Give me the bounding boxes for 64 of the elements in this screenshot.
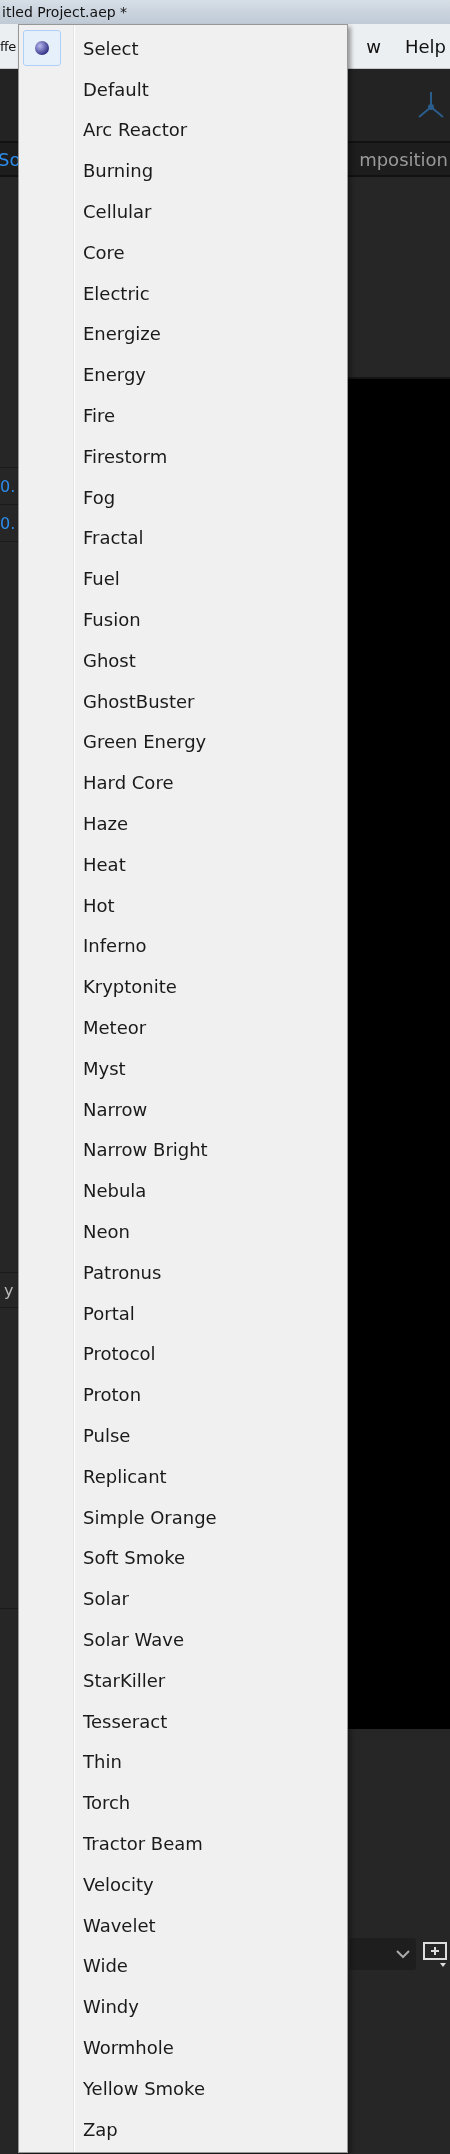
menu-item[interactable]: GhostBuster [19, 680, 347, 722]
menu-item[interactable]: Myst [19, 1047, 347, 1089]
menu-item[interactable]: Fusion [19, 599, 347, 640]
region-icon[interactable] [422, 1939, 448, 1969]
menu-item[interactable]: Fuel [19, 558, 347, 600]
menu-item[interactable]: Electric [19, 272, 347, 314]
menu-item[interactable]: Burning [19, 150, 347, 192]
radio-dot-icon [34, 40, 50, 56]
menu-bar-item[interactable]: Help [404, 35, 446, 57]
menu-item[interactable]: Meteor [19, 1007, 347, 1048]
menu-item[interactable]: Arc Reactor [19, 109, 347, 151]
menu-item[interactable]: Fire [19, 395, 347, 436]
menu-item[interactable]: Wormhole [19, 2027, 347, 2068]
menu-item[interactable]: Zap [19, 2108, 347, 2150]
menu-item[interactable]: Inferno [19, 925, 347, 967]
menu-item[interactable]: Portal [19, 1292, 347, 1334]
label-text: y [4, 1280, 14, 1300]
menu-item[interactable]: Replicant [19, 1455, 347, 1497]
menu-item[interactable]: Core [19, 232, 347, 273]
menu-item[interactable]: Protocol [19, 1333, 347, 1375]
menu-item[interactable]: Solar Wave [19, 1619, 347, 1660]
menu-item[interactable]: Windy [19, 1986, 347, 2028]
menu-item[interactable]: Proton [19, 1374, 347, 1416]
menu-item[interactable]: Wide [19, 1945, 347, 1987]
menu-item[interactable]: Hard Core [19, 762, 347, 804]
menu-item[interactable]: Default [19, 68, 347, 110]
value-text[interactable]: 0. [0, 513, 16, 533]
menu-item[interactable]: Green Energy [19, 721, 347, 763]
menu-item[interactable]: Soft Smoke [19, 1537, 347, 1579]
menu-item[interactable]: Tesseract [19, 1700, 347, 1742]
menu-item[interactable]: Energy [19, 354, 347, 396]
menu-bar-item[interactable]: ffe [0, 38, 16, 54]
menu-item[interactable]: Fractal [19, 517, 347, 559]
menu-item[interactable]: Velocity [19, 1863, 347, 1905]
menu-item[interactable]: Solar [19, 1578, 347, 1620]
menu-item[interactable]: Energize [19, 313, 347, 355]
menu-item[interactable]: Fog [19, 476, 347, 518]
menu-item[interactable]: Cellular [19, 191, 347, 232]
menu-item[interactable]: Wavelet [19, 1904, 347, 1946]
menu-item[interactable]: Haze [19, 803, 347, 844]
menu-item[interactable]: Hot [19, 884, 347, 926]
menu-item[interactable]: Thin [19, 1741, 347, 1783]
panel-tab[interactable]: mposition [359, 148, 450, 170]
chevron-icon [396, 1949, 410, 1959]
menu-item[interactable]: Pulse [19, 1415, 347, 1456]
menu-item[interactable]: Select [19, 28, 347, 69]
menu-item[interactable]: Ghost [19, 639, 347, 681]
menu-item[interactable]: Nebula [19, 1170, 347, 1212]
menu-item[interactable]: Neon [19, 1211, 347, 1252]
menu-item[interactable]: Simple Orange [19, 1496, 347, 1538]
window-title: itled Project.aep * [2, 4, 128, 20]
menu-item[interactable]: Heat [19, 843, 347, 885]
menu-item[interactable]: Patronus [19, 1251, 347, 1293]
menu-item[interactable]: Torch [19, 1782, 347, 1824]
menu-item[interactable]: Narrow Bright [19, 1129, 347, 1171]
dropdown-field[interactable] [350, 1938, 416, 1970]
menu-item[interactable]: StarKiller [19, 1659, 347, 1701]
menu-item[interactable]: Kryptonite [19, 966, 347, 1008]
menu-item[interactable]: Firestorm [19, 435, 347, 477]
menu-item[interactable]: Tractor Beam [19, 1823, 347, 1864]
menu-item[interactable]: Narrow [19, 1088, 347, 1130]
value-text[interactable]: 0. [0, 476, 16, 496]
menu-bar-item[interactable]: w [366, 35, 381, 57]
menu-item[interactable]: Yellow Smoke [19, 2067, 347, 2109]
